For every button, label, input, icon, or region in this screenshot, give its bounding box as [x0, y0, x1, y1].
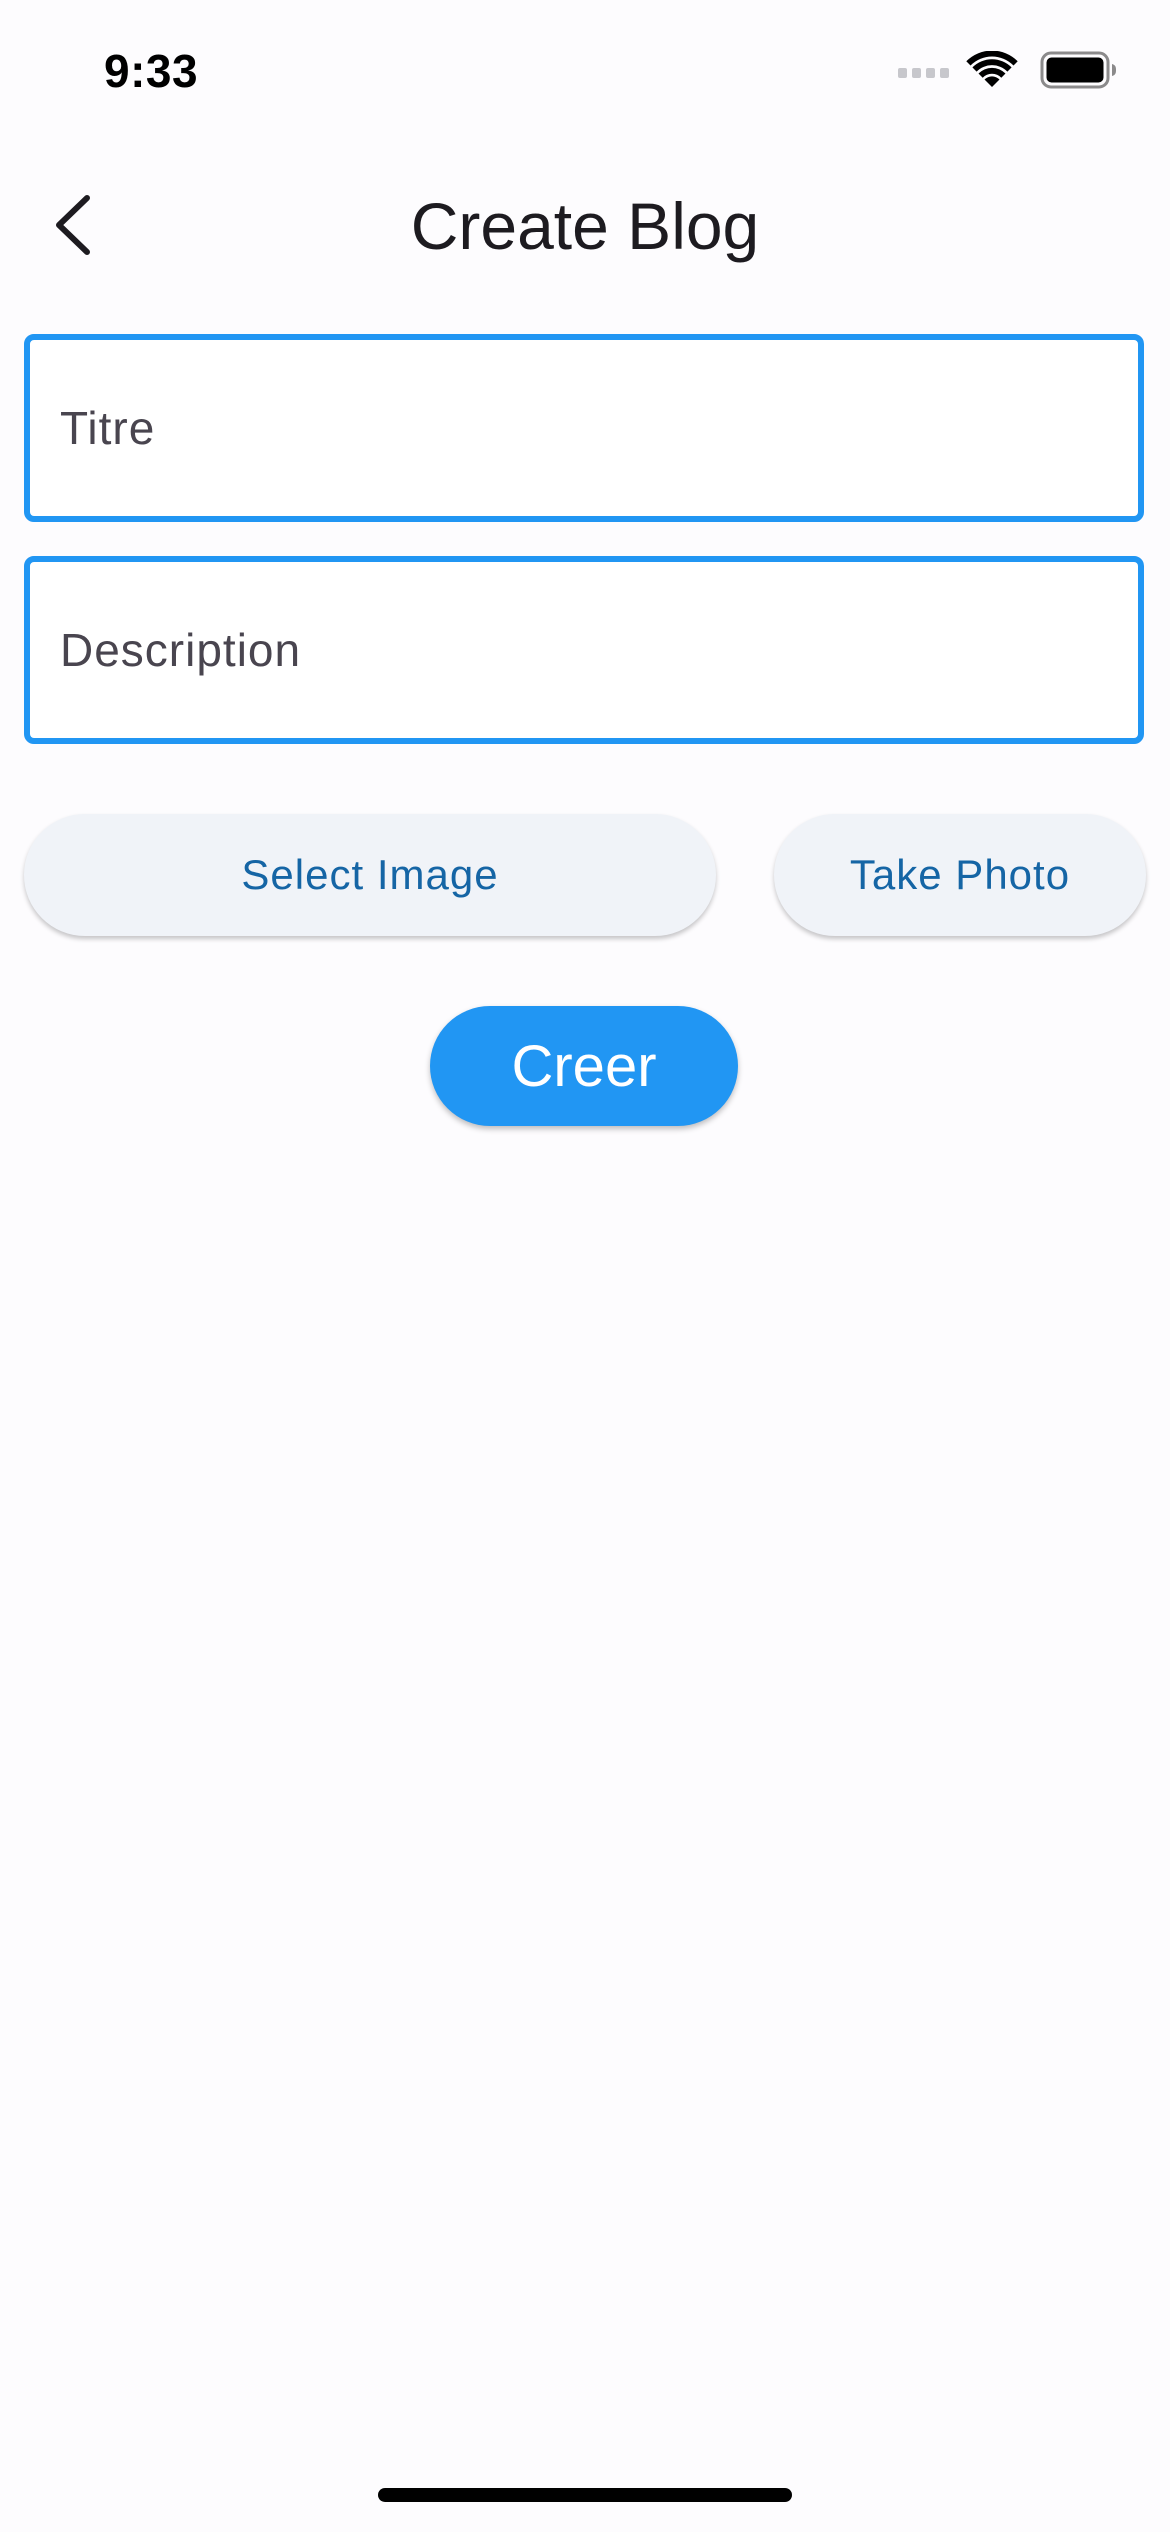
page-title: Create Blog [410, 189, 760, 263]
description-field[interactable] [24, 556, 1144, 744]
select-image-button[interactable]: Select Image [24, 814, 716, 936]
create-button[interactable]: Creer [430, 1006, 738, 1126]
app-bar: Create Blog [0, 150, 1170, 300]
title-field[interactable] [24, 334, 1144, 522]
take-photo-label: Take Photo [849, 851, 1071, 898]
create-label: Creer [511, 1033, 657, 1099]
select-image-label: Select Image [241, 851, 499, 898]
signal-icon [898, 68, 949, 78]
status-icons [898, 50, 1118, 90]
home-indicator[interactable] [378, 2488, 792, 2502]
title-input[interactable] [60, 340, 1100, 516]
status-bar: 9:33 [0, 0, 1170, 140]
battery-icon [1040, 51, 1116, 89]
status-time: 9:33 [104, 45, 199, 97]
description-input[interactable] [60, 562, 1100, 738]
wifi-icon [966, 51, 1018, 87]
take-photo-button[interactable]: Take Photo [774, 814, 1146, 936]
